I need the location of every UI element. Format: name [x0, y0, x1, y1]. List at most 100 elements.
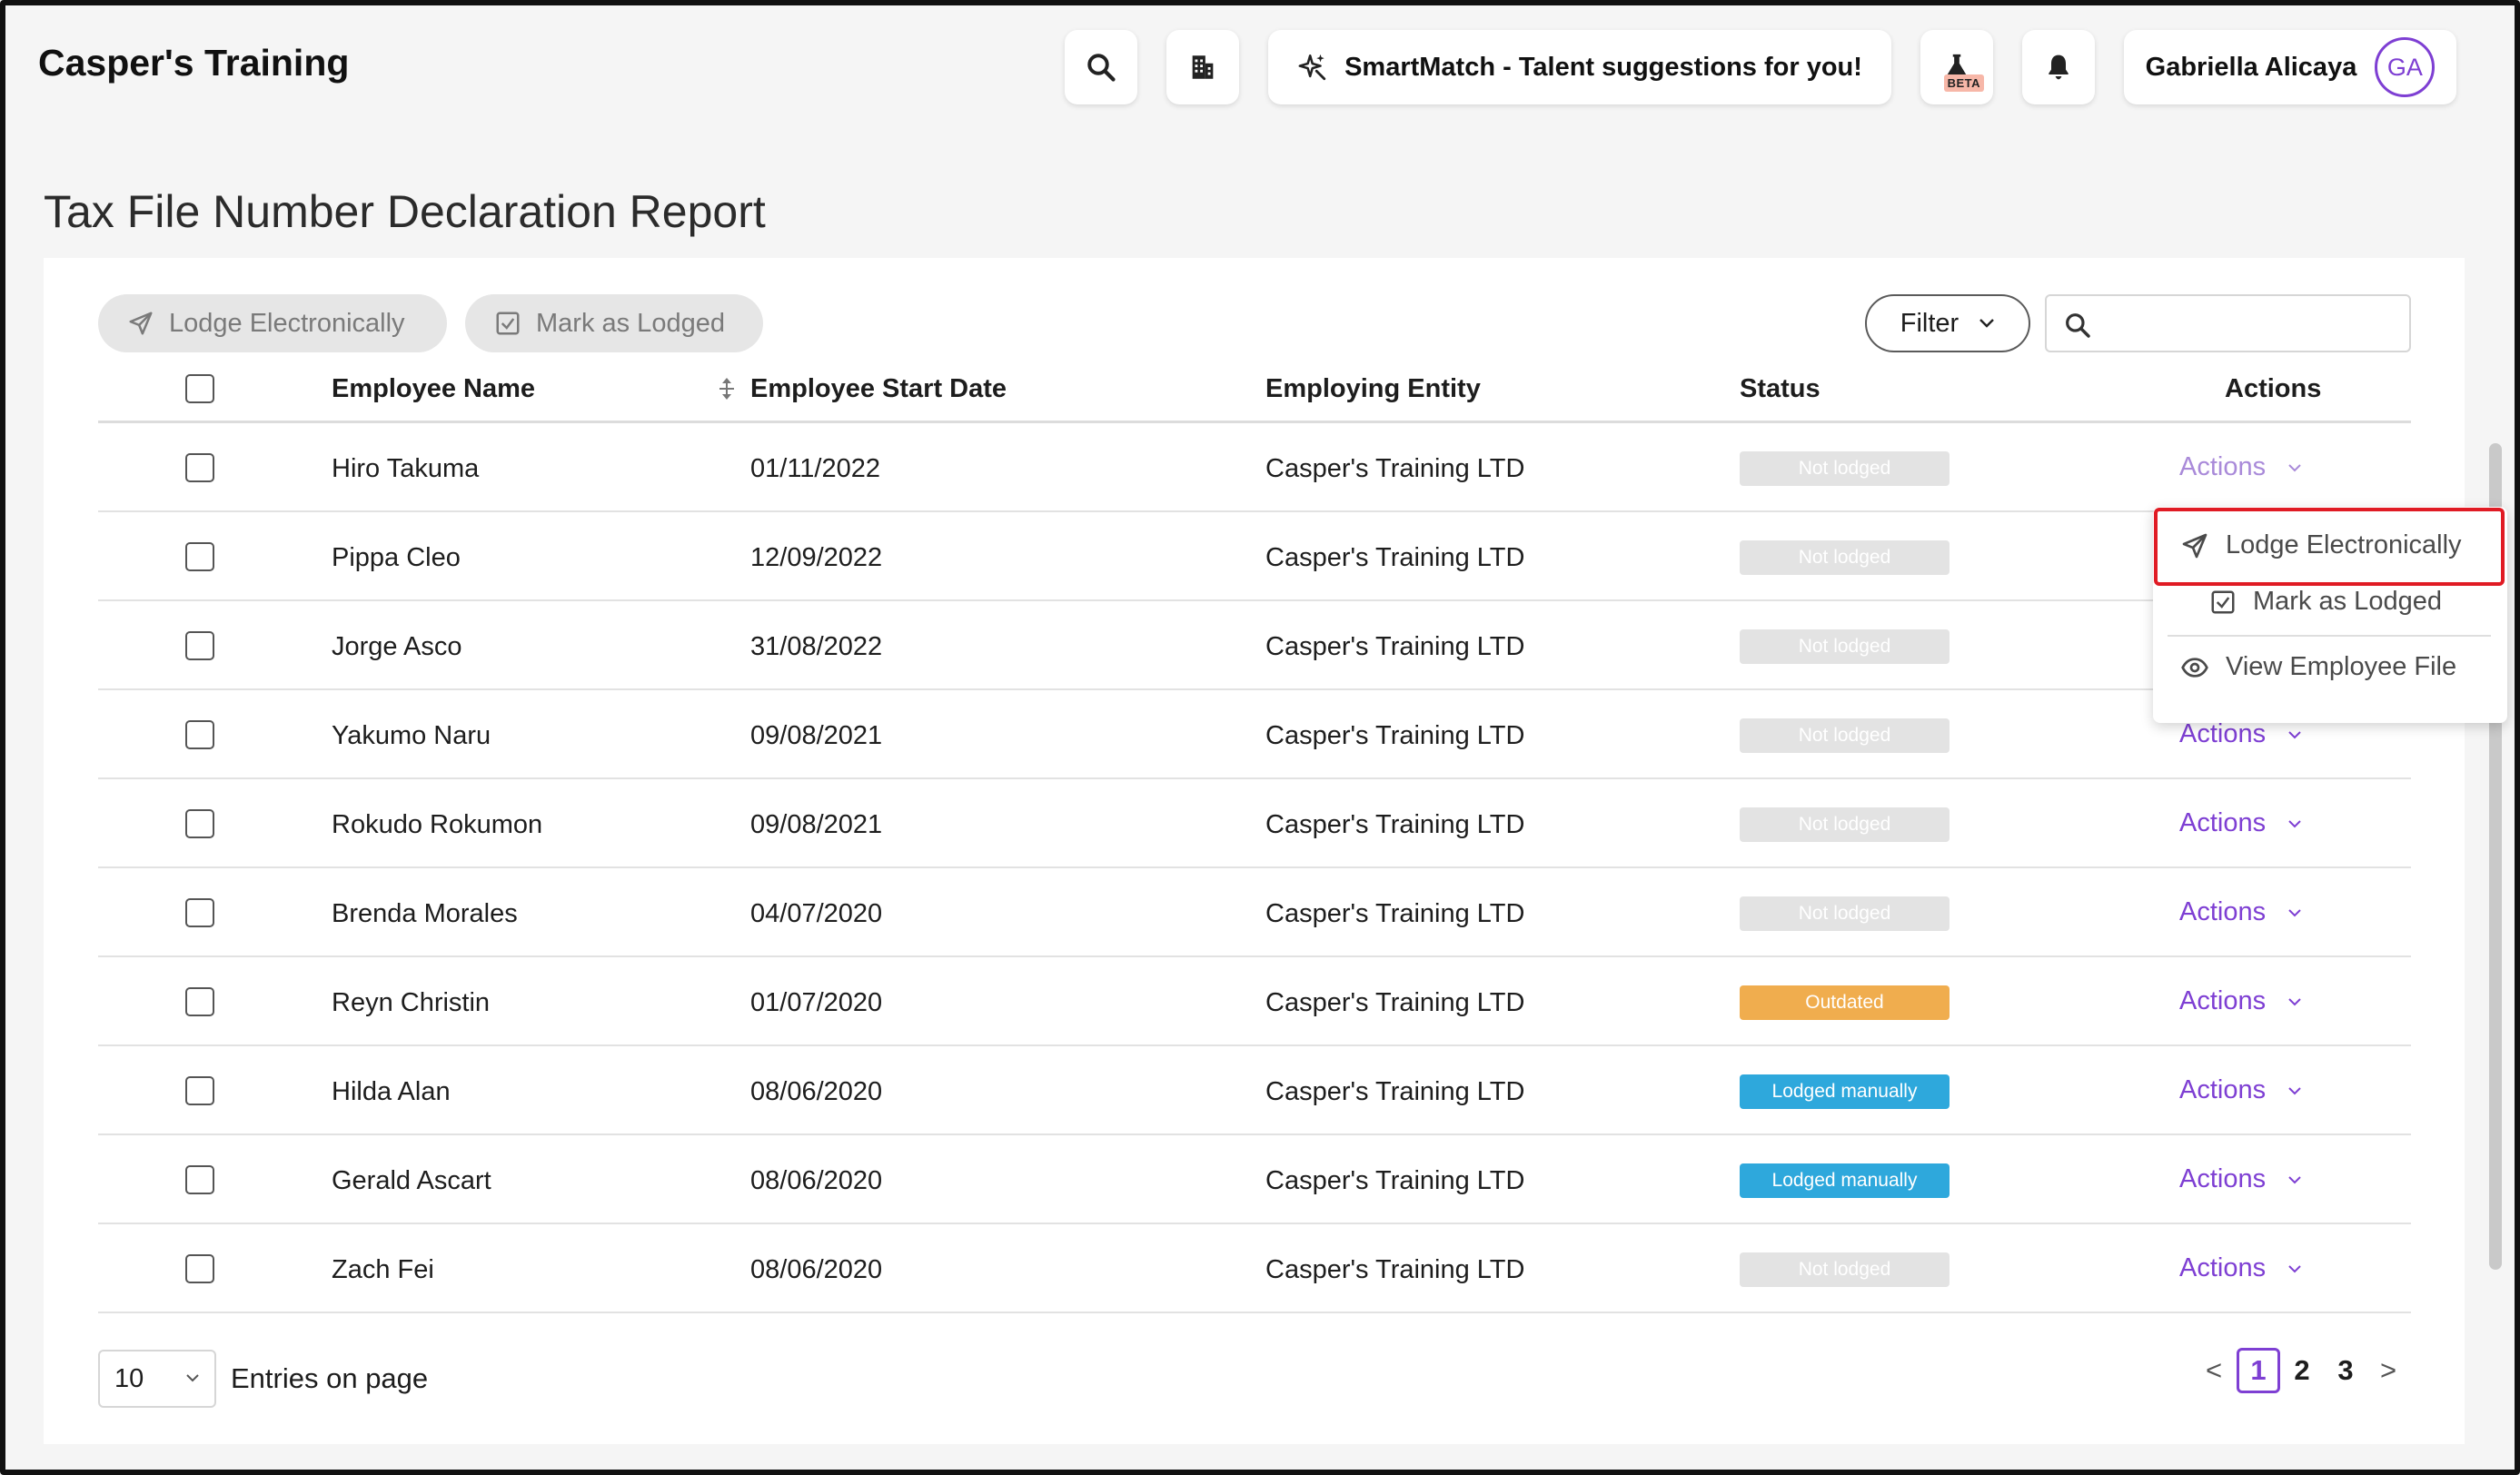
column-header-start-date[interactable]: Employee Start Date — [750, 374, 1007, 404]
menu-item-view-employee-file[interactable]: View Employee File — [2180, 652, 2456, 682]
chevron-down-icon — [2288, 819, 2301, 827]
next-page-button[interactable]: > — [2375, 1348, 2402, 1393]
menu-item-label: View Employee File — [2226, 652, 2457, 681]
row-actions-button[interactable]: Actions — [2179, 1075, 2302, 1105]
sparkle-icon — [1298, 54, 1326, 81]
notifications-button[interactable] — [2022, 30, 2095, 104]
beta-lab-button[interactable]: BETA — [1920, 30, 1993, 104]
search-button[interactable] — [1065, 30, 1137, 104]
filter-button[interactable]: Filter — [1865, 294, 2030, 352]
menu-divider — [2168, 635, 2491, 637]
select-all-checkbox[interactable] — [185, 374, 214, 403]
employee-name[interactable]: Hiro Takuma — [332, 454, 479, 484]
employee-name[interactable]: Jorge Asco — [332, 632, 461, 662]
entries-on-page-label: Entries on page — [231, 1362, 429, 1394]
avatar: GA — [2375, 37, 2436, 97]
beta-badge: BETA — [1943, 74, 1984, 92]
table-row: Gerald Ascart 08/06/2020 Casper's Training… — [98, 1135, 2411, 1224]
menu-item-mark-as-lodged[interactable]: Mark as Lodged — [2209, 587, 2442, 617]
employing-entity: Casper's Training LTD — [1265, 1077, 1525, 1106]
company-button[interactable] — [1166, 30, 1239, 104]
eye-icon — [2181, 657, 2208, 678]
menu-item-lodge-electronically[interactable]: Lodge Electronically — [2180, 530, 2462, 560]
row-checkbox[interactable] — [185, 1076, 214, 1105]
table-row: Zach Fei 08/06/2020 Casper's Training LTD N… — [98, 1224, 2411, 1313]
table-row: Yakumo Naru 09/08/2021 Casper's Training L… — [98, 690, 2411, 779]
mark-as-lodged-button[interactable]: Mark as Lodged — [465, 294, 763, 352]
employee-start-date: 01/11/2022 — [750, 454, 880, 483]
employee-name[interactable]: Hilda Alan — [332, 1077, 451, 1107]
row-actions-button[interactable]: Actions — [2179, 452, 2302, 482]
smartmatch-button[interactable]: SmartMatch - Talent suggestions for you! — [1268, 30, 1891, 104]
actions-dropdown-menu: Lodge Electronically Mark as Lodged View… — [2153, 507, 2507, 723]
row-checkbox[interactable] — [185, 453, 214, 482]
employee-name[interactable]: Gerald Ascart — [332, 1166, 491, 1196]
column-header-status[interactable]: Status — [1740, 374, 1821, 404]
page-3-button[interactable]: 3 — [2324, 1348, 2367, 1393]
page-size-select[interactable]: 10 — [98, 1350, 216, 1408]
row-actions-label: Actions — [2179, 986, 2267, 1015]
status-badge: Not lodged — [1740, 718, 1950, 753]
user-name: Gabriella Alicaya — [2145, 52, 2357, 82]
employing-entity: Casper's Training LTD — [1265, 721, 1525, 750]
lodge-electronically-button[interactable]: Lodge Electronically — [98, 294, 447, 352]
row-checkbox[interactable] — [185, 809, 214, 838]
row-actions-button[interactable]: Actions — [2179, 719, 2302, 749]
column-header-employing-entity[interactable]: Employing Entity — [1265, 374, 1481, 404]
building-icon — [1192, 55, 1214, 79]
table-row: Jorge Asco 31/08/2022 Casper's Training LT… — [98, 601, 2411, 690]
employee-name[interactable]: Zach Fei — [332, 1255, 434, 1285]
checkbox-check-icon — [2211, 590, 2235, 613]
mark-as-lodged-label: Mark as Lodged — [536, 308, 725, 338]
sort-icon[interactable] — [716, 376, 738, 401]
filter-label: Filter — [1900, 308, 1959, 338]
employing-entity: Casper's Training LTD — [1265, 543, 1525, 572]
row-actions-button[interactable]: Actions — [2179, 1253, 2302, 1283]
row-checkbox[interactable] — [185, 898, 214, 927]
prev-page-button[interactable]: < — [2200, 1348, 2227, 1393]
row-checkbox[interactable] — [185, 1165, 214, 1194]
page-1-button[interactable]: 1 — [2237, 1348, 2280, 1393]
checkbox-check-icon — [496, 312, 520, 335]
row-checkbox[interactable] — [185, 631, 214, 660]
status-badge: Lodged manually — [1740, 1074, 1950, 1109]
table-row: Pippa Cleo 12/09/2022 Casper's Training LT… — [98, 512, 2411, 601]
row-checkbox[interactable] — [185, 542, 214, 571]
employing-entity: Casper's Training LTD — [1265, 899, 1525, 928]
user-menu-button[interactable]: Gabriella Alicaya GA — [2124, 30, 2456, 104]
search-input[interactable] — [2103, 303, 2394, 343]
row-checkbox[interactable] — [185, 1254, 214, 1283]
chevron-down-icon — [186, 1374, 199, 1382]
row-actions-button[interactable]: Actions — [2179, 1164, 2302, 1194]
status-badge: Not lodged — [1740, 807, 1950, 842]
employing-entity: Casper's Training LTD — [1265, 1255, 1525, 1284]
chevron-down-icon — [2288, 730, 2301, 738]
row-checkbox[interactable] — [185, 987, 214, 1016]
page-2-button[interactable]: 2 — [2280, 1348, 2324, 1393]
search-field[interactable] — [2045, 294, 2411, 352]
table-row: Reyn Christin 01/07/2020 Casper's Training… — [98, 957, 2411, 1046]
chevron-down-icon — [2288, 908, 2301, 916]
employee-name[interactable]: Yakumo Naru — [332, 721, 491, 751]
employee-name[interactable]: Reyn Christin — [332, 988, 490, 1018]
table-row: Rokudo Rokumon 09/08/2021 Casper's Trainin… — [98, 779, 2411, 868]
employing-entity: Casper's Training LTD — [1265, 988, 1525, 1017]
row-actions-label: Actions — [2179, 1164, 2267, 1193]
employee-name[interactable]: Brenda Morales — [332, 899, 518, 929]
chevron-down-icon — [2288, 1264, 2301, 1272]
table-row: Brenda Morales 04/07/2020 Casper's Trainin… — [98, 868, 2411, 957]
row-actions-button[interactable]: Actions — [2179, 986, 2302, 1016]
employee-start-date: 08/06/2020 — [750, 1077, 883, 1106]
row-actions-button[interactable]: Actions — [2179, 897, 2302, 927]
bell-icon — [2049, 54, 2069, 80]
row-checkbox[interactable] — [185, 720, 214, 749]
chevron-down-icon — [2288, 997, 2301, 1005]
row-actions-label: Actions — [2179, 1253, 2267, 1282]
row-actions-label: Actions — [2179, 719, 2267, 748]
row-actions-button[interactable]: Actions — [2179, 808, 2302, 838]
table-header: Employee Name Employee Start Date Employ… — [98, 356, 2411, 423]
row-actions-label: Actions — [2179, 452, 2267, 481]
employee-name[interactable]: Pippa Cleo — [332, 543, 461, 573]
column-header-employee-name[interactable]: Employee Name — [332, 374, 535, 404]
employee-name[interactable]: Rokudo Rokumon — [332, 810, 542, 840]
